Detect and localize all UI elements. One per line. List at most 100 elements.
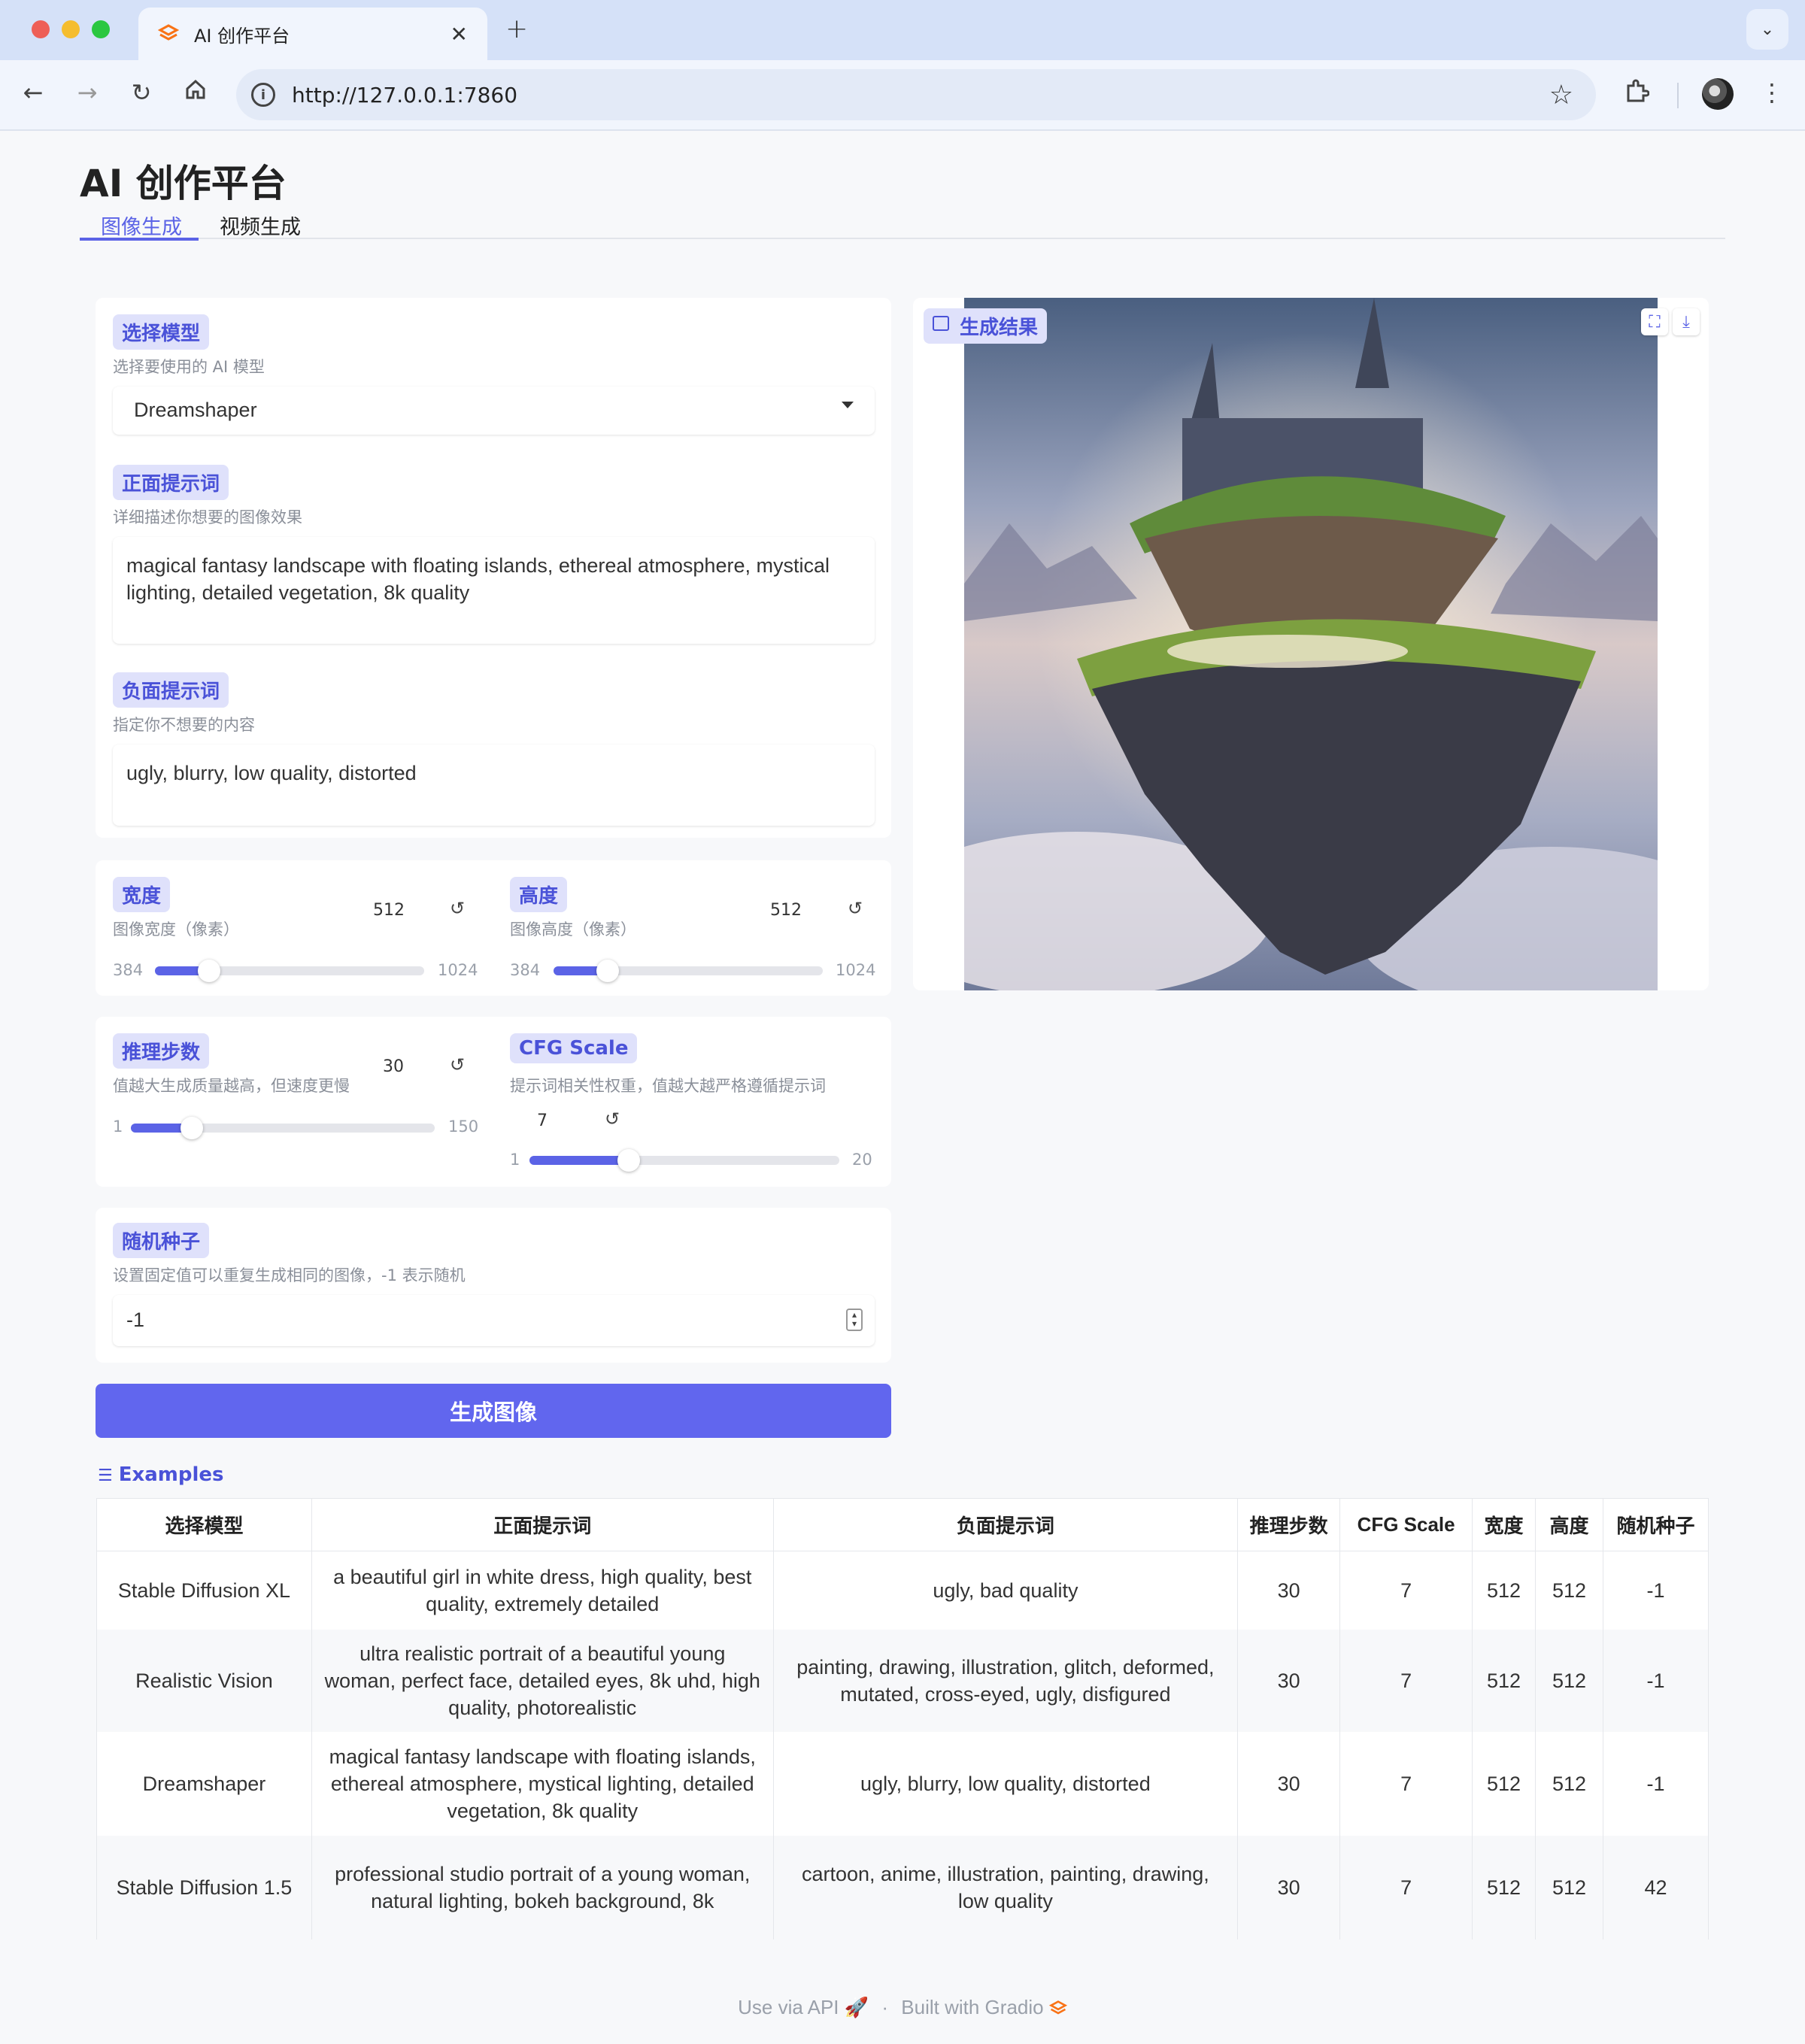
positive-prompt-label: 正面提示词: [113, 465, 229, 500]
table-cell: professional studio portrait of a young …: [311, 1835, 774, 1939]
cfg-slider-thumb[interactable]: [617, 1149, 640, 1172]
width-reset-icon[interactable]: ↺: [450, 898, 465, 919]
generate-image-button[interactable]: 生成图像: [96, 1384, 891, 1438]
browser-toolbar: ← → ↻ i http://127.0.0.1:7860 ☆ ⋮: [0, 60, 1805, 131]
examples-title: ☰ Examples: [98, 1463, 224, 1486]
reload-icon[interactable]: ↻: [125, 78, 158, 107]
table-cell: 512: [1472, 1731, 1537, 1836]
site-info-icon[interactable]: i: [251, 83, 275, 107]
steps-max: 150: [448, 1118, 479, 1136]
column-header: 正面提示词: [311, 1498, 774, 1551]
built-with-gradio-link[interactable]: Built with Gradio: [901, 1996, 1043, 2018]
result-label-text: 生成结果: [960, 317, 1039, 339]
tab-image-generation[interactable]: 图像生成: [80, 211, 199, 241]
column-header: 随机种子: [1603, 1498, 1709, 1551]
positive-prompt-textarea[interactable]: magical fantasy landscape with floating …: [113, 537, 875, 644]
height-reset-icon[interactable]: ↺: [848, 898, 863, 919]
height-max: 1024: [836, 961, 876, 979]
seed-label: 随机种子: [113, 1223, 210, 1258]
tab-title: AI 创作平台: [194, 25, 290, 47]
table-cell: 30: [1237, 1629, 1341, 1732]
model-label: 选择模型: [113, 314, 210, 350]
table-cell: painting, drawing, illustration, glitch,…: [772, 1629, 1239, 1732]
table-cell: ugly, blurry, low quality, distorted: [772, 1731, 1239, 1836]
steps-min: 1: [113, 1118, 123, 1136]
download-icon[interactable]: ⤓: [1673, 308, 1700, 335]
table-cell: 42: [1603, 1835, 1709, 1939]
extensions-icon[interactable]: [1620, 78, 1653, 110]
fullscreen-icon[interactable]: ⛶: [1641, 308, 1668, 335]
gradio-logo-icon: [1048, 2000, 1067, 2015]
use-via-api-link[interactable]: Use via API: [738, 1996, 839, 2018]
chevron-down-icon: [842, 402, 854, 408]
steps-slider-thumb[interactable]: [180, 1117, 203, 1139]
steps-reset-icon[interactable]: ↺: [450, 1054, 465, 1075]
seed-number-input[interactable]: -1 ▴ ▾: [113, 1295, 875, 1346]
model-selected-value: Dreamshaper: [134, 399, 257, 421]
table-row[interactable]: Dreamshaper magical fantasy landscape wi…: [96, 1731, 1709, 1836]
tab-close-icon[interactable]: ✕: [450, 22, 468, 47]
url-text: http://127.0.0.1:7860: [292, 82, 518, 108]
home-icon[interactable]: [179, 78, 212, 107]
tab-video-generation[interactable]: 视频生成: [220, 211, 301, 241]
table-cell: 512: [1472, 1551, 1537, 1630]
maximize-window-button[interactable]: [92, 20, 110, 38]
forward-icon[interactable]: →: [71, 78, 104, 107]
positive-prompt-info: 详细描述你想要的图像效果: [113, 508, 302, 526]
model-info: 选择要使用的 AI 模型: [113, 358, 265, 376]
footer-separator: ·: [881, 1996, 889, 2018]
bookmark-star-icon[interactable]: ☆: [1549, 80, 1573, 111]
negative-prompt-label: 负面提示词: [113, 672, 229, 708]
browser-tab[interactable]: AI 创作平台 ✕: [138, 8, 487, 60]
spinner-icon[interactable]: ▴ ▾: [846, 1309, 863, 1331]
negative-prompt-textarea[interactable]: ugly, blurry, low quality, distorted: [113, 745, 875, 826]
table-cell: ugly, bad quality: [772, 1551, 1239, 1630]
cfg-label: CFG Scale: [510, 1033, 638, 1063]
table-row[interactable]: Stable Diffusion 1.5 professional studio…: [96, 1835, 1709, 1939]
address-bar[interactable]: i http://127.0.0.1:7860 ☆: [236, 69, 1596, 120]
footer: Use via API 🚀 · Built with Gradio: [0, 1996, 1805, 2019]
table-cell: Realistic Vision: [96, 1629, 312, 1732]
close-window-button[interactable]: [32, 20, 50, 38]
width-slider-thumb[interactable]: [198, 960, 220, 982]
tab-search-button[interactable]: ⌄: [1746, 9, 1788, 50]
width-info: 图像宽度（像素）: [113, 920, 239, 939]
menu-kebab-icon[interactable]: ⋮: [1755, 78, 1788, 107]
column-header: 选择模型: [96, 1498, 312, 1551]
cfg-slider-fill: [529, 1156, 629, 1165]
profile-avatar[interactable]: [1702, 78, 1734, 110]
image-icon: [933, 316, 949, 331]
table-cell: 512: [1535, 1629, 1604, 1732]
table-cell: 512: [1535, 1551, 1604, 1630]
new-tab-button[interactable]: +: [505, 14, 528, 44]
height-number-input[interactable]: 512: [755, 901, 817, 920]
table-cell: 7: [1339, 1835, 1473, 1939]
width-number-input[interactable]: 512: [358, 901, 420, 920]
height-info: 图像高度（像素）: [510, 920, 636, 939]
table-cell: 30: [1237, 1835, 1341, 1939]
generated-image[interactable]: [964, 298, 1658, 990]
height-slider-thumb[interactable]: [596, 960, 619, 982]
steps-info: 值越大生成质量越高，但速度更慢: [113, 1077, 350, 1095]
minimize-window-button[interactable]: [62, 20, 80, 38]
table-cell: 7: [1339, 1629, 1473, 1732]
table-cell: -1: [1603, 1731, 1709, 1836]
table-cell: a beautiful girl in white dress, high qu…: [311, 1551, 774, 1630]
width-label: 宽度: [113, 877, 171, 912]
cfg-max: 20: [852, 1151, 872, 1169]
table-cell: 30: [1237, 1551, 1341, 1630]
table-cell: 512: [1535, 1835, 1604, 1939]
main-tabs: 图像生成 视频生成: [80, 211, 1725, 241]
table-row[interactable]: Stable Diffusion XL a beautiful girl in …: [96, 1551, 1709, 1630]
seed-info: 设置固定值可以重复生成相同的图像，-1 表示随机: [113, 1266, 466, 1284]
table-cell: 512: [1535, 1731, 1604, 1836]
column-header: 宽度: [1472, 1498, 1537, 1551]
result-label: 生成结果: [924, 308, 1048, 344]
table-row[interactable]: Realistic Vision ultra realistic portrai…: [96, 1629, 1709, 1732]
cfg-reset-icon[interactable]: ↺: [605, 1108, 620, 1130]
model-dropdown[interactable]: Dreamshaper: [113, 387, 875, 435]
steps-number-input[interactable]: 30: [363, 1057, 424, 1076]
table-cell: magical fantasy landscape with floating …: [311, 1731, 774, 1836]
back-icon[interactable]: ←: [17, 78, 50, 107]
cfg-number-input[interactable]: 7: [511, 1111, 573, 1130]
